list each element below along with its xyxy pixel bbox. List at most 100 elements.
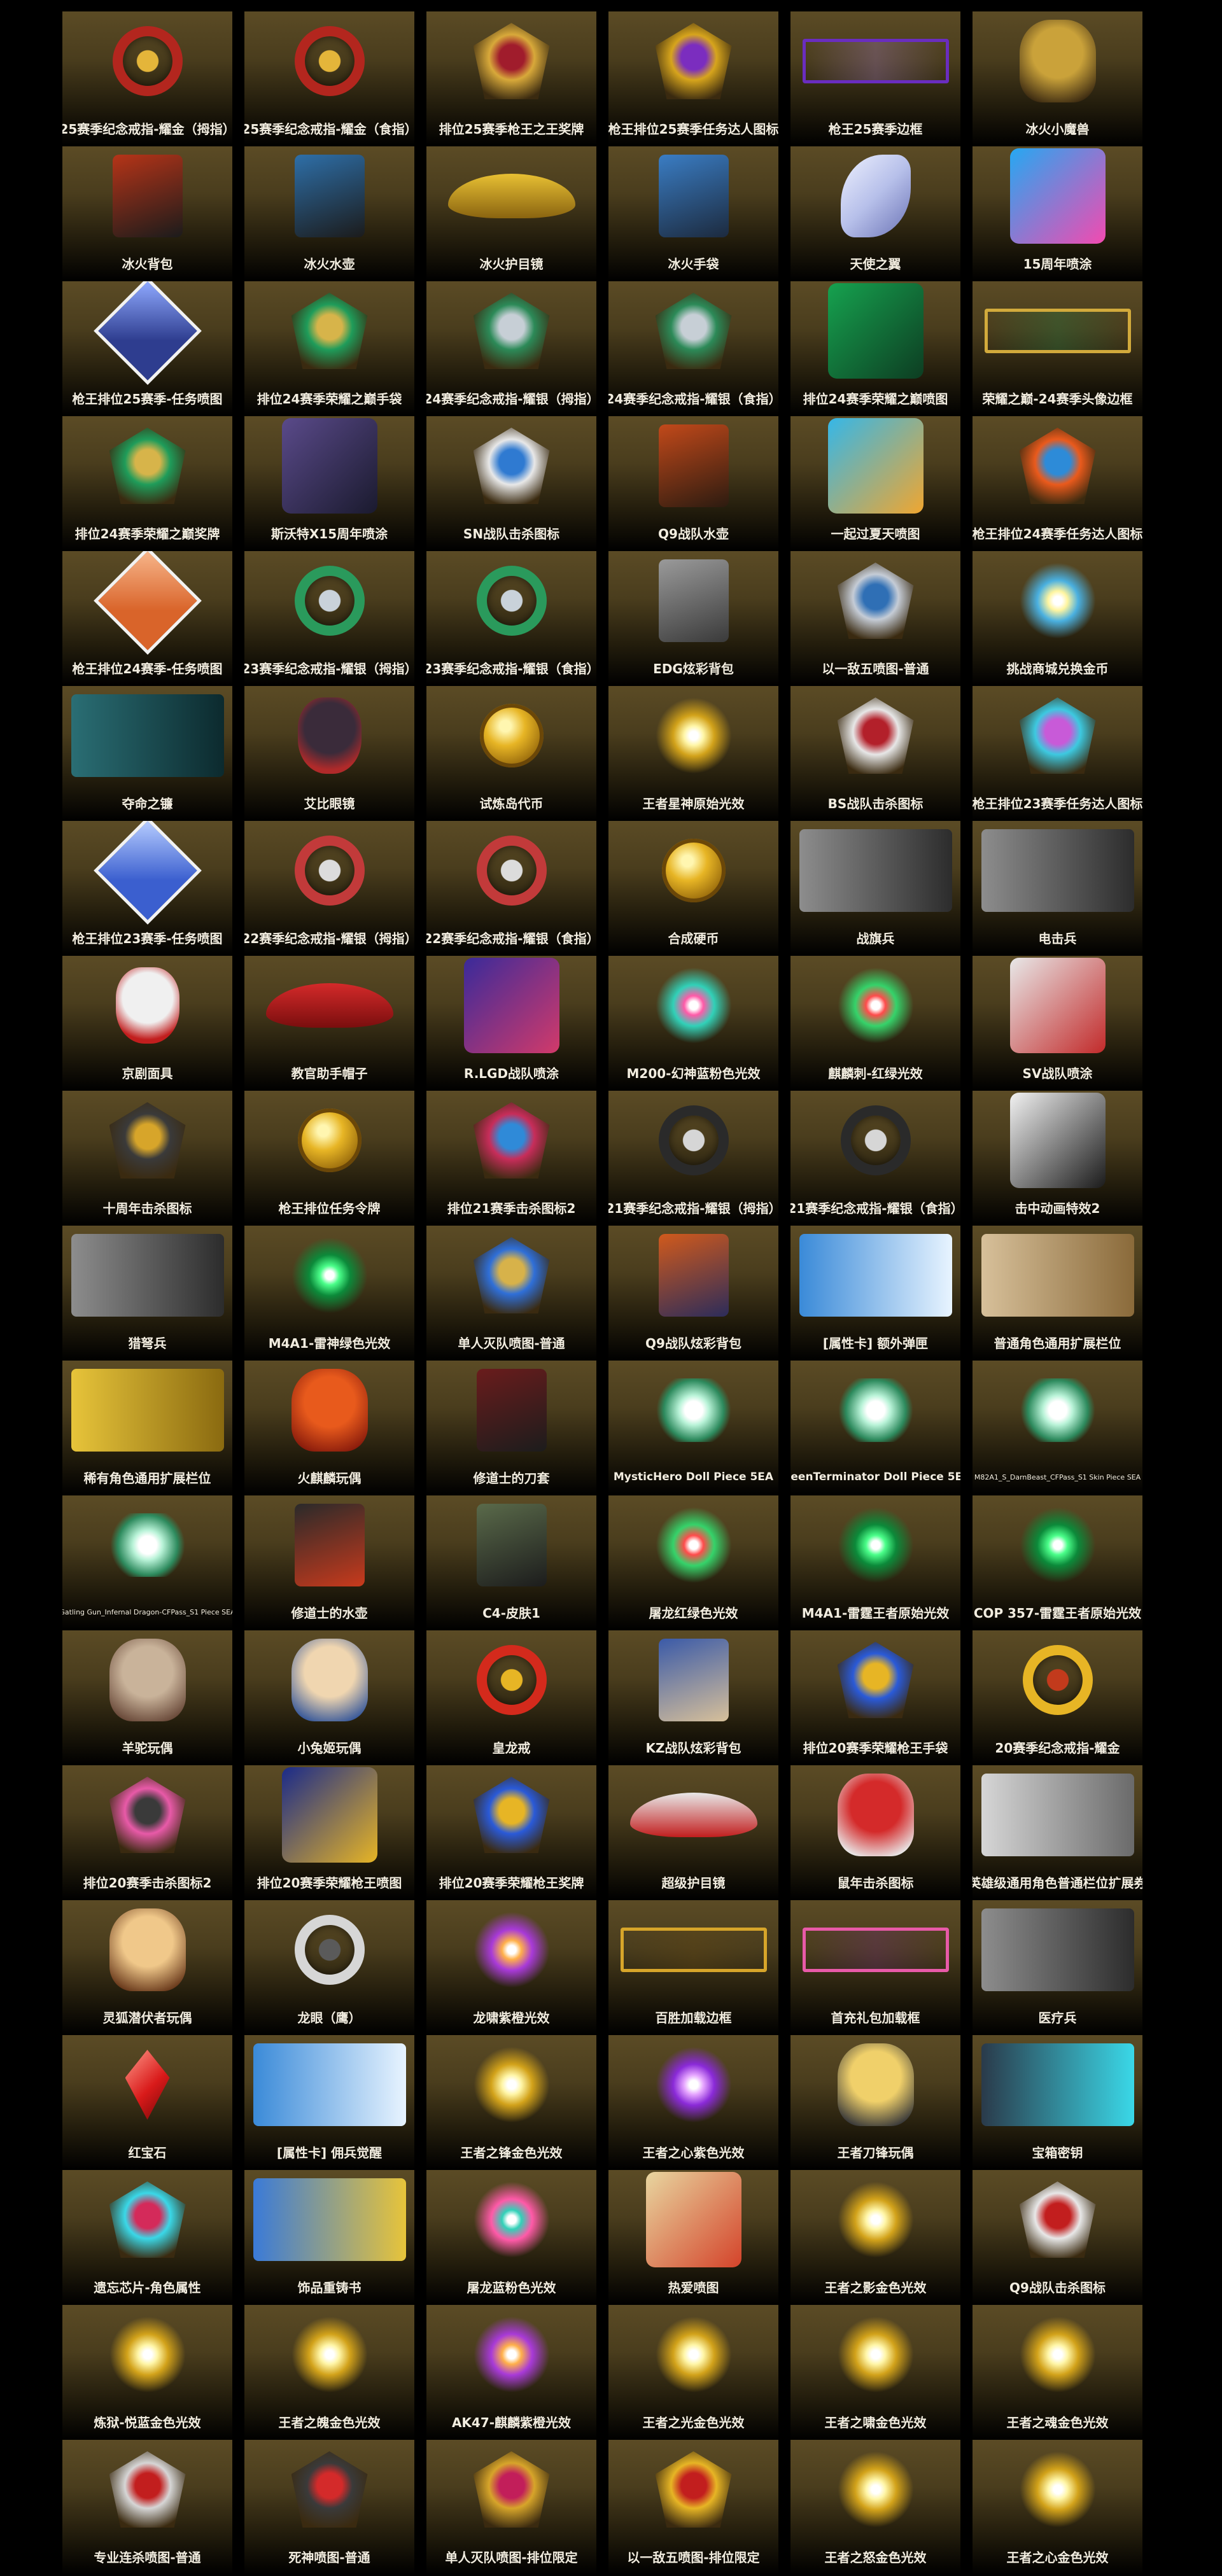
reward-item[interactable]: 天使之翼 [790,146,960,281]
reward-item[interactable]: 王者之魂金色光效 [973,2305,1142,2440]
reward-item[interactable]: 医疗兵 [973,1900,1142,2035]
reward-item[interactable]: M4A1-雷霆王者原始光效 [790,1495,960,1630]
reward-item[interactable]: [属性卡] 额外弹匣 [790,1226,960,1361]
reward-item[interactable]: 冰火水壶 [244,146,414,281]
reward-item[interactable]: 单人灭队喷图-普通 [426,1226,596,1361]
reward-item[interactable]: 龙眼（鹰） [244,1900,414,2035]
reward-item[interactable]: 排位21赛季击杀图标2 [426,1091,596,1226]
reward-item[interactable]: 排位20赛季击杀图标2 [62,1765,232,1900]
reward-item[interactable]: 修道士的刀套 [426,1361,596,1495]
reward-item[interactable]: 遗忘芯片-角色属性 [62,2170,232,2305]
reward-item[interactable]: 21赛季纪念戒指-耀银（拇指） [608,1091,778,1226]
reward-item[interactable]: 枪王排位24赛季任务达人图标 [973,416,1142,551]
reward-item[interactable]: 王者之影金色光效 [790,2170,960,2305]
reward-item[interactable]: 22赛季纪念戒指-耀银（食指） [426,821,596,956]
reward-item[interactable]: 排位20赛季荣耀枪王喷图 [244,1765,414,1900]
reward-item[interactable]: QueenTerminator Doll Piece 5EA? [790,1361,960,1495]
reward-item[interactable]: Q9战队击杀图标 [973,2170,1142,2305]
reward-item[interactable]: 合成硬币 [608,821,778,956]
reward-item[interactable]: 斯沃特X15周年喷涂 [244,416,414,551]
reward-item[interactable]: 枪王排位25赛季-任务喷图 [62,281,232,416]
reward-item[interactable]: 击中动画特效2 [973,1091,1142,1226]
reward-item[interactable]: 王者星神原始光效 [608,686,778,821]
reward-item[interactable]: 灵狐潜伏者玩偶 [62,1900,232,2035]
reward-item[interactable]: 小兔姬玩偶 [244,1630,414,1765]
reward-item[interactable]: 冰火小魔兽 [973,11,1142,146]
reward-item[interactable]: 以一敌五喷图-普通 [790,551,960,686]
reward-item[interactable]: M200-幻神蓝粉色光效 [608,956,778,1091]
reward-item[interactable]: 试炼岛代币 [426,686,596,821]
reward-item[interactable]: 死神喷图-普通 [244,2440,414,2575]
reward-item[interactable]: COP 357-雷霆王者原始光效 [973,1495,1142,1630]
reward-item[interactable]: 枪王25赛季边框 [790,11,960,146]
reward-item[interactable]: 枪王排位25赛季任务达人图标 [608,11,778,146]
reward-item[interactable]: 普通角色通用扩展栏位 [973,1226,1142,1361]
reward-item[interactable]: 挑战商城兑换金币 [973,551,1142,686]
reward-item[interactable]: 超级护目镜 [608,1765,778,1900]
reward-item[interactable]: 王者之啸金色光效 [790,2305,960,2440]
reward-item[interactable]: 王者之心紫色光效 [608,2035,778,2170]
reward-item[interactable]: 炼狱-悦蓝金色光效 [62,2305,232,2440]
reward-item[interactable]: [属性卡] 佣兵觉醒 [244,2035,414,2170]
reward-item[interactable]: 艾比眼镜 [244,686,414,821]
reward-item[interactable]: Q9战队水壶 [608,416,778,551]
reward-item[interactable]: 15周年喷涂 [973,146,1142,281]
reward-item[interactable]: 22赛季纪念戒指-耀银（拇指） [244,821,414,956]
reward-item[interactable]: 火麒麟玩偶 [244,1361,414,1495]
reward-item[interactable]: 排位24赛季荣耀之巅奖牌 [62,416,232,551]
reward-item[interactable]: 英雄级通用角色普通栏位扩展券 [973,1765,1142,1900]
reward-item[interactable]: 稀有角色通用扩展栏位 [62,1361,232,1495]
reward-item[interactable]: 排位20赛季荣耀枪王奖牌 [426,1765,596,1900]
reward-item[interactable]: 鼠年击杀图标 [790,1765,960,1900]
reward-item[interactable]: 十周年击杀图标 [62,1091,232,1226]
reward-item[interactable]: 屠龙蓝粉色光效 [426,2170,596,2305]
reward-item[interactable]: 王者刀锋玩偶 [790,2035,960,2170]
reward-item[interactable]: 冰火手袋 [608,146,778,281]
reward-item[interactable]: MysticHero Doll Piece 5EA [608,1361,778,1495]
reward-item[interactable]: 20赛季纪念戒指-耀金 [973,1630,1142,1765]
reward-item[interactable]: Gatling Gun_Infernal Dragon-CFPass_S1 Pi… [62,1495,232,1630]
reward-item[interactable]: 王者之光金色光效 [608,2305,778,2440]
reward-item[interactable]: 屠龙红绿色光效 [608,1495,778,1630]
reward-item[interactable]: 首充礼包加载框 [790,1900,960,2035]
reward-item[interactable]: 王者之心金色光效 [973,2440,1142,2575]
reward-item[interactable]: 王者之锋金色光效 [426,2035,596,2170]
reward-item[interactable]: 24赛季纪念戒指-耀银（食指） [608,281,778,416]
reward-item[interactable]: 24赛季纪念戒指-耀银（拇指） [426,281,596,416]
reward-item[interactable]: 25赛季纪念戒指-耀金（食指） [244,11,414,146]
reward-item[interactable]: 枪王排位24赛季-任务喷图 [62,551,232,686]
reward-item[interactable]: 冰火护目镜 [426,146,596,281]
reward-item[interactable]: 23赛季纪念戒指-耀银（食指） [426,551,596,686]
reward-item[interactable]: 王者之魄金色光效 [244,2305,414,2440]
reward-item[interactable]: 王者之怒金色光效 [790,2440,960,2575]
reward-item[interactable]: 龙啸紫橙光效 [426,1900,596,2035]
reward-item[interactable]: 京剧面具 [62,956,232,1091]
reward-item[interactable]: 羊驼玩偶 [62,1630,232,1765]
reward-item[interactable]: SV战队喷涂 [973,956,1142,1091]
reward-item[interactable]: 排位20赛季荣耀枪王手袋 [790,1630,960,1765]
reward-item[interactable]: 单人灭队喷图-排位限定 [426,2440,596,2575]
reward-item[interactable]: 一起过夏天喷图 [790,416,960,551]
reward-item[interactable]: 皇龙戒 [426,1630,596,1765]
reward-item[interactable]: 枪王排位任务令牌 [244,1091,414,1226]
reward-item[interactable]: SN战队击杀图标 [426,416,596,551]
reward-item[interactable]: 红宝石 [62,2035,232,2170]
reward-item[interactable]: 夺命之镰 [62,686,232,821]
reward-item[interactable]: 以一敌五喷图-排位限定 [608,2440,778,2575]
reward-item[interactable]: BS战队击杀图标 [790,686,960,821]
reward-item[interactable]: 专业连杀喷图-普通 [62,2440,232,2575]
reward-item[interactable]: M82A1_S_DarnBeast_CFPass_S1 Skin Piece S… [973,1361,1142,1495]
reward-item[interactable]: EDG炫彩背包 [608,551,778,686]
reward-item[interactable]: R.LGD战队喷涂 [426,956,596,1091]
reward-item[interactable]: 枪王排位23赛季-任务喷图 [62,821,232,956]
reward-item[interactable]: KZ战队炫彩背包 [608,1630,778,1765]
reward-item[interactable]: M4A1-雷神绿色光效 [244,1226,414,1361]
reward-item[interactable]: 战旗兵 [790,821,960,956]
reward-item[interactable]: 冰火背包 [62,146,232,281]
reward-item[interactable]: 猎弩兵 [62,1226,232,1361]
reward-item[interactable]: 修道士的水壶 [244,1495,414,1630]
reward-item[interactable]: 热爱喷图 [608,2170,778,2305]
reward-item[interactable]: 教官助手帽子 [244,956,414,1091]
reward-item[interactable]: 21赛季纪念戒指-耀银（食指） [790,1091,960,1226]
reward-item[interactable]: 23赛季纪念戒指-耀银（拇指） [244,551,414,686]
